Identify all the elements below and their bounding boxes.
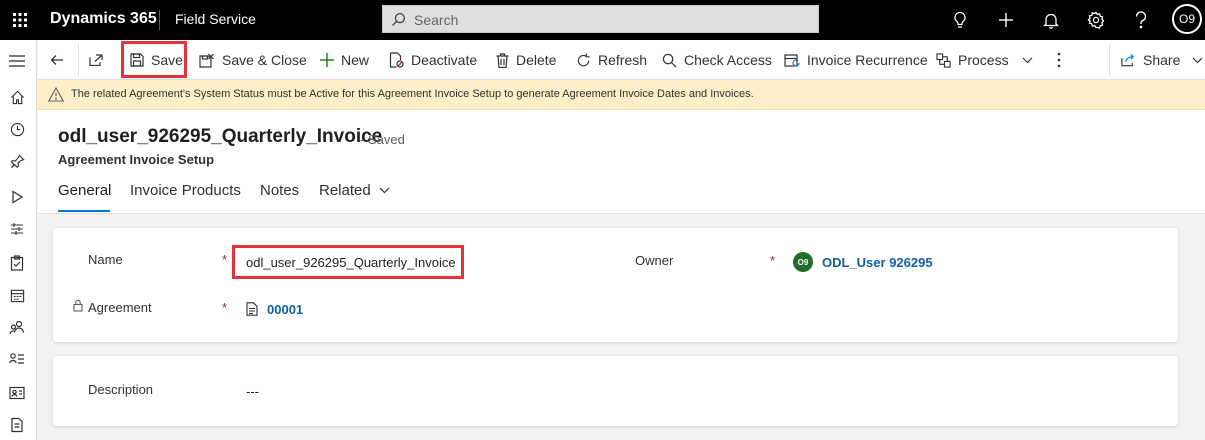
more-commands-button[interactable] bbox=[1057, 40, 1068, 80]
refresh-icon bbox=[577, 52, 590, 66]
play-icon[interactable] bbox=[6, 186, 28, 208]
description-section-card: Description --- bbox=[53, 356, 1178, 426]
entity-name: Agreement Invoice Setup bbox=[58, 152, 215, 167]
user-avatar[interactable]: O9 bbox=[1172, 4, 1202, 34]
left-navigation bbox=[0, 40, 37, 440]
title-divider bbox=[159, 10, 160, 30]
popout-icon bbox=[89, 54, 103, 66]
deactivate-label: Deactivate bbox=[411, 52, 478, 68]
people-icon[interactable] bbox=[6, 316, 28, 338]
calendar-icon[interactable] bbox=[6, 284, 28, 306]
save-and-close-label: Save & Close bbox=[222, 52, 307, 68]
lightbulb-icon[interactable] bbox=[946, 6, 974, 34]
owner-link[interactable]: ODL_User 926295 bbox=[822, 255, 933, 270]
magnifier-icon bbox=[662, 53, 677, 67]
back-arrow-icon bbox=[50, 55, 63, 65]
module-name[interactable]: Field Service bbox=[175, 0, 256, 40]
deactivate-button[interactable]: Deactivate bbox=[389, 40, 477, 80]
agreement-icon[interactable] bbox=[6, 414, 28, 436]
warning-text: The related Agreement's System Status mu… bbox=[71, 88, 754, 100]
invoice-recurrence-button[interactable]: Invoice Recurrence bbox=[784, 40, 928, 80]
share-label: Share bbox=[1143, 52, 1181, 68]
back-button[interactable] bbox=[50, 40, 71, 80]
chevron-down-icon bbox=[379, 187, 390, 194]
new-plus-icon bbox=[320, 53, 334, 67]
contact-list-icon[interactable] bbox=[6, 348, 28, 370]
delete-button[interactable]: Delete bbox=[496, 40, 556, 80]
tab-notes[interactable]: Notes bbox=[260, 182, 299, 199]
app-title[interactable]: Dynamics 365 bbox=[50, 0, 157, 40]
check-access-label: Check Access bbox=[684, 52, 772, 68]
agreement-label: Agreement bbox=[88, 300, 152, 315]
process-label: Process bbox=[958, 52, 1009, 68]
refresh-button[interactable]: Refresh bbox=[576, 40, 647, 80]
recent-icon[interactable] bbox=[6, 118, 28, 140]
trash-icon bbox=[496, 52, 509, 68]
pin-icon[interactable] bbox=[6, 150, 28, 172]
delete-label: Delete bbox=[516, 52, 557, 68]
save-highlight-box bbox=[121, 41, 187, 78]
deactivate-icon bbox=[389, 52, 404, 68]
command-divider bbox=[1109, 44, 1110, 76]
process-icon bbox=[936, 52, 951, 68]
lock-icon bbox=[73, 299, 83, 312]
chevron-down-icon bbox=[1022, 57, 1033, 63]
tab-related-label: Related bbox=[319, 182, 371, 199]
warning-icon bbox=[48, 87, 64, 102]
save-close-icon bbox=[199, 53, 214, 68]
general-section-card: Name * odl_user_926295_Quarterly_Invoice… bbox=[53, 228, 1178, 342]
tab-invoice-products[interactable]: Invoice Products bbox=[130, 182, 241, 199]
home-icon[interactable] bbox=[6, 86, 28, 108]
command-bar: Save Save & Close New Deactivate Delete … bbox=[38, 40, 1205, 80]
gear-icon[interactable] bbox=[1082, 6, 1110, 34]
warning-banner: The related Agreement's System Status mu… bbox=[38, 80, 1205, 110]
save-and-close-button[interactable]: Save & Close bbox=[199, 40, 307, 80]
search-input[interactable] bbox=[414, 10, 794, 30]
open-in-new-window-button[interactable] bbox=[89, 40, 110, 80]
required-marker: * bbox=[222, 252, 228, 267]
process-button[interactable]: Process bbox=[936, 40, 1033, 80]
record-header: odl_user_926295_Quarterly_Invoice - Save… bbox=[38, 110, 1205, 214]
share-button[interactable]: Share bbox=[1121, 40, 1203, 80]
recurrence-calendar-icon bbox=[784, 53, 800, 67]
tab-related[interactable]: Related bbox=[319, 182, 390, 199]
owner-label: Owner bbox=[635, 253, 674, 268]
name-highlight-box bbox=[232, 245, 464, 279]
help-icon[interactable] bbox=[1127, 6, 1155, 34]
agreement-record-icon bbox=[246, 302, 258, 316]
required-marker: * bbox=[222, 300, 228, 315]
share-icon bbox=[1121, 53, 1134, 67]
required-marker: * bbox=[770, 253, 776, 268]
chevron-down-icon bbox=[1192, 57, 1203, 63]
clipboard-icon[interactable] bbox=[6, 252, 28, 274]
name-label: Name bbox=[88, 252, 123, 267]
active-tab-indicator bbox=[58, 210, 110, 212]
tab-general[interactable]: General bbox=[58, 182, 111, 199]
owner-avatar: O9 bbox=[793, 252, 813, 272]
new-label: New bbox=[341, 52, 370, 68]
refresh-label: Refresh bbox=[598, 52, 648, 68]
bell-icon[interactable] bbox=[1037, 6, 1065, 34]
app-launcher-icon[interactable] bbox=[6, 6, 34, 34]
scheduler-icon[interactable] bbox=[6, 218, 28, 240]
search-box[interactable] bbox=[382, 5, 819, 33]
record-title: odl_user_926295_Quarterly_Invoice bbox=[58, 126, 383, 147]
save-status: - Saved bbox=[360, 132, 405, 147]
search-icon bbox=[391, 12, 406, 27]
top-bar: Dynamics 365 Field Service O9 bbox=[0, 0, 1205, 40]
more-vertical-icon bbox=[1057, 52, 1061, 68]
description-label: Description bbox=[88, 382, 154, 397]
command-divider bbox=[78, 44, 79, 76]
new-button[interactable]: New bbox=[320, 40, 369, 80]
invoice-recurrence-label: Invoice Recurrence bbox=[807, 52, 928, 68]
check-access-button[interactable]: Check Access bbox=[662, 40, 772, 80]
contact-card-icon[interactable] bbox=[6, 382, 28, 404]
agreement-link[interactable]: 00001 bbox=[267, 302, 303, 317]
hamburger-menu-icon[interactable] bbox=[6, 50, 28, 72]
description-field[interactable]: --- bbox=[246, 384, 259, 399]
plus-icon[interactable] bbox=[992, 6, 1020, 34]
